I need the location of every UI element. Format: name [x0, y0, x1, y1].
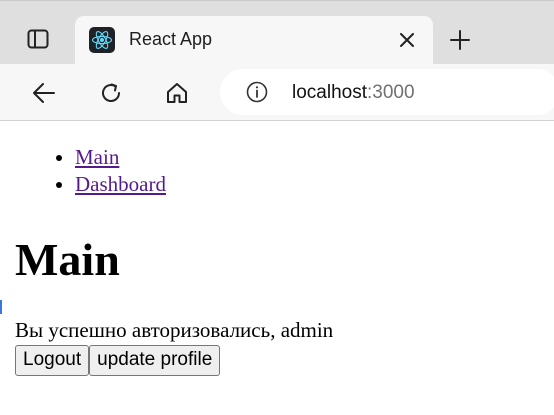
- tab-close-button[interactable]: [395, 28, 419, 52]
- site-info-button[interactable]: [245, 80, 269, 104]
- url-port: :3000: [367, 82, 415, 103]
- sidebar-toggle-button[interactable]: [16, 17, 60, 61]
- sidebar-icon: [27, 29, 49, 49]
- home-icon: [167, 83, 187, 103]
- tab-strip: React App: [0, 0, 554, 65]
- back-button[interactable]: [24, 73, 64, 113]
- nav-list: Main Dashboard: [35, 144, 166, 198]
- nav-list-item: Dashboard: [75, 171, 166, 198]
- reload-button[interactable]: [91, 73, 131, 113]
- back-arrow-icon: [33, 83, 55, 103]
- page-title: Main: [15, 234, 120, 285]
- reload-icon: [102, 83, 120, 102]
- browser-tab[interactable]: React App: [75, 16, 433, 65]
- url-text[interactable]: localhost:3000: [292, 82, 415, 104]
- home-button[interactable]: [157, 73, 197, 113]
- new-tab-button[interactable]: [443, 23, 477, 57]
- page-viewport: Main Dashboard Main Вы успешно авторизов…: [0, 122, 554, 415]
- nav-link-dashboard[interactable]: Dashboard: [75, 172, 166, 196]
- tab-title: React App: [129, 29, 213, 49]
- update-profile-button[interactable]: update profile: [89, 345, 221, 376]
- auth-status-text: Вы успешно авторизовались, admin: [15, 318, 334, 342]
- action-buttons: Logout update profile: [15, 345, 221, 376]
- info-icon: [246, 81, 268, 103]
- react-logo-icon: [89, 27, 115, 53]
- browser-toolbar: localhost:3000: [0, 64, 554, 121]
- close-icon: [400, 33, 414, 47]
- logout-button[interactable]: Logout: [15, 345, 90, 376]
- nav-list-item: Main: [75, 144, 166, 171]
- plus-icon: [450, 30, 470, 50]
- url-host: localhost: [292, 82, 367, 103]
- address-bar[interactable]: localhost:3000: [220, 69, 554, 115]
- nav-link-main[interactable]: Main: [75, 145, 119, 169]
- window-edge-marker: [0, 300, 2, 314]
